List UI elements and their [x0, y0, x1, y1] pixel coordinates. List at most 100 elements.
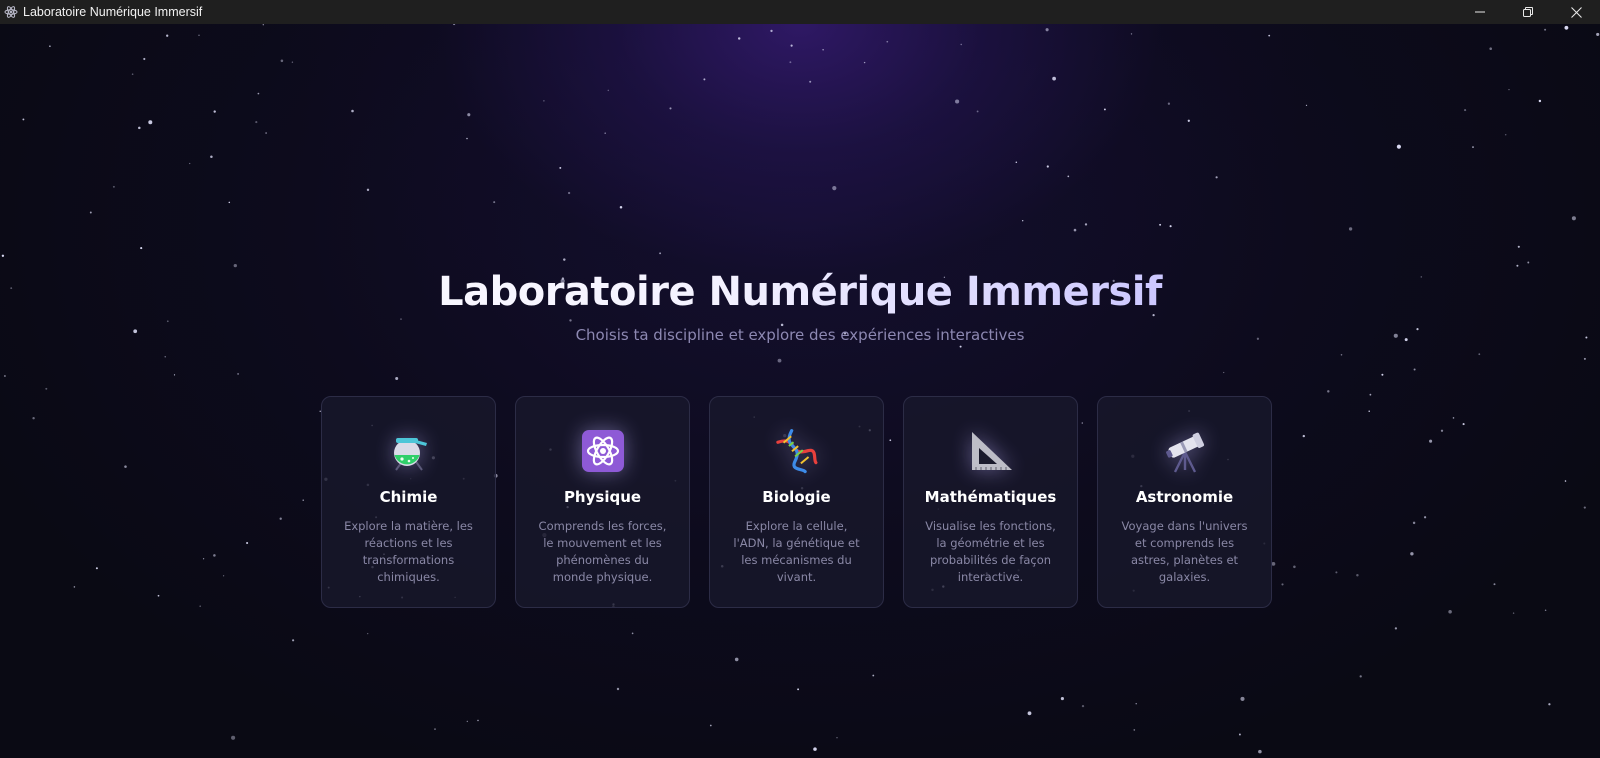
card-title: Biologie — [762, 488, 831, 506]
star — [467, 113, 471, 117]
star — [604, 132, 606, 134]
star — [124, 465, 127, 468]
star — [166, 34, 169, 37]
star — [1271, 561, 1276, 566]
star — [789, 61, 792, 64]
star — [1133, 729, 1136, 731]
star — [292, 639, 295, 642]
starfield-background: Laboratoire Numérique Immersif Choisis t… — [0, 24, 1600, 758]
window-controls — [1456, 0, 1600, 24]
star — [1369, 393, 1372, 396]
star — [709, 724, 712, 727]
restore-icon — [1523, 7, 1533, 17]
star — [1159, 223, 1162, 226]
star — [1305, 104, 1308, 107]
page-subtitle: Choisis ta discipline et explore des exp… — [575, 326, 1025, 344]
star — [210, 155, 213, 159]
card-title: Astronomie — [1135, 488, 1234, 506]
star — [955, 99, 960, 104]
close-icon — [1570, 6, 1582, 18]
star — [231, 735, 236, 740]
star — [198, 34, 200, 36]
star — [265, 132, 267, 134]
star — [49, 45, 51, 47]
close-button[interactable] — [1552, 0, 1600, 24]
star — [1167, 102, 1171, 105]
app-atom-icon — [0, 0, 22, 24]
star — [734, 657, 739, 662]
star — [246, 541, 249, 545]
title-bar[interactable]: Laboratoire Numérique Immersif — [0, 0, 1600, 24]
star — [157, 594, 160, 597]
star — [222, 575, 225, 577]
star — [1084, 223, 1088, 226]
star — [659, 252, 662, 255]
star — [140, 247, 143, 250]
card-description: Visualise les fonctions, la géométrie et… — [925, 519, 1056, 584]
star — [202, 558, 205, 560]
star — [631, 632, 634, 635]
star — [872, 674, 875, 677]
star — [1478, 353, 1481, 356]
star — [567, 191, 571, 195]
star — [228, 201, 231, 204]
star — [1544, 609, 1547, 611]
star — [1359, 675, 1362, 678]
star — [1060, 697, 1064, 701]
star — [1293, 565, 1296, 569]
star — [302, 499, 304, 501]
star — [616, 687, 620, 691]
set-square-icon — [965, 425, 1017, 477]
star — [257, 92, 260, 95]
stars-layer — [1, 24, 1600, 754]
star — [976, 110, 979, 113]
star — [1544, 28, 1547, 31]
card-chimie[interactable]: Chimie Explore la matière, les réactions… — [321, 396, 496, 608]
star — [1340, 354, 1343, 356]
star — [1423, 516, 1427, 519]
minimize-icon — [1475, 11, 1485, 13]
card-physique[interactable]: Physique Comprends les forces, le mouvem… — [515, 396, 690, 608]
star — [138, 126, 141, 130]
star — [1583, 357, 1586, 360]
app-window: Laboratoire Numérique Immersif Laboratoi… — [0, 0, 1600, 758]
star — [1045, 28, 1049, 32]
card-description: Explore la matière, les réactions et les… — [344, 519, 473, 584]
star — [1538, 99, 1542, 103]
star — [173, 374, 176, 376]
star — [1302, 434, 1305, 438]
star — [466, 720, 468, 723]
star — [89, 211, 92, 214]
card-description: Voyage dans l'univers et comprends les a… — [1121, 519, 1248, 584]
star — [1564, 25, 1569, 30]
star — [1464, 109, 1467, 112]
star — [112, 185, 115, 188]
card-biologie[interactable]: Biologie Explore la cellule, l'ADN, la g… — [709, 396, 884, 608]
star — [703, 78, 706, 81]
star — [1448, 610, 1452, 614]
star — [1015, 161, 1018, 163]
star — [213, 110, 216, 113]
star — [1564, 480, 1567, 482]
star — [1583, 506, 1586, 509]
star — [822, 49, 824, 51]
window-title: Laboratoire Numérique Immersif — [23, 5, 203, 19]
star — [1413, 368, 1416, 371]
star — [669, 107, 672, 110]
star — [466, 137, 468, 140]
star — [32, 417, 35, 420]
card-mathematiques[interactable]: Mathématiques Visualise les fonctions, l… — [903, 396, 1078, 608]
restore-button[interactable] — [1504, 0, 1552, 24]
star — [863, 61, 866, 64]
star — [1462, 423, 1465, 426]
discipline-cards: Chimie Explore la matière, les réactions… — [321, 396, 1272, 608]
flask-icon — [383, 425, 435, 477]
star — [164, 356, 166, 358]
minimize-button[interactable] — [1456, 0, 1504, 24]
star — [1440, 429, 1444, 432]
star — [563, 258, 566, 261]
card-title: Mathématiques — [924, 488, 1057, 506]
star — [832, 186, 837, 191]
card-astronomie[interactable]: Astronomie Voyage dans l'univers et comp… — [1097, 396, 1272, 608]
star — [1356, 574, 1359, 577]
